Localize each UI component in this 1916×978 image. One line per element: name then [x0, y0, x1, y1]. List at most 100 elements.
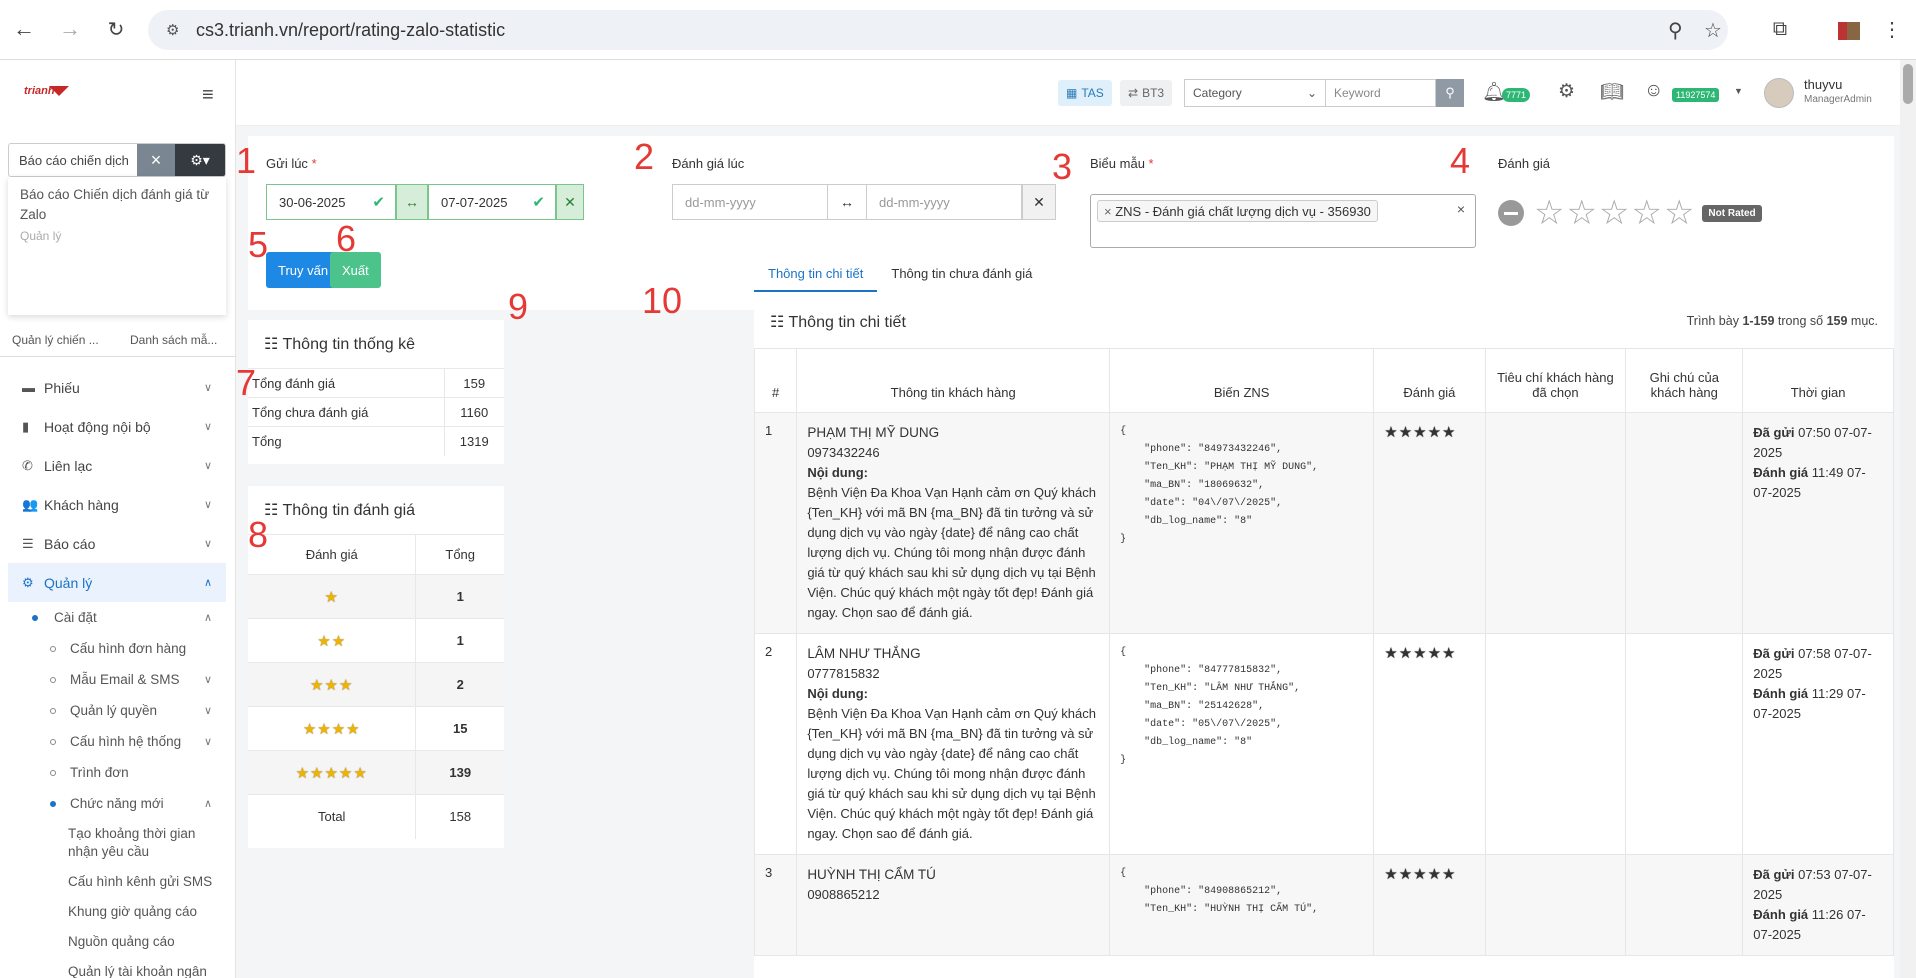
- circle-icon: [50, 769, 56, 776]
- template-select[interactable]: × ZNS - Đánh giá chất lượng dịch vụ - 35…: [1090, 194, 1476, 248]
- submenu-label: Cài đặt: [54, 610, 97, 625]
- logo[interactable]: trianh: [24, 85, 69, 97]
- back-icon[interactable]: ←: [8, 13, 40, 45]
- sidebar-leaf-item[interactable]: Khung giờ quảng cáo: [8, 897, 226, 927]
- tab-chi-tiet[interactable]: Thông tin chi tiết: [754, 256, 878, 292]
- rated-from-date[interactable]: dd-mm-yyyy: [672, 184, 828, 220]
- sidebar-leaf-item[interactable]: Nguồn quảng cáo: [8, 927, 226, 957]
- bt3-button[interactable]: ⇄ BT3: [1120, 80, 1173, 106]
- book-icon[interactable]: 📖︎: [1600, 80, 1624, 104]
- sidebar-leaf-item[interactable]: Quản lý tài khoản ngân hàng: [8, 957, 226, 978]
- hamburger-icon[interactable]: ≡: [202, 84, 214, 107]
- bookmark-star-icon[interactable]: ☆: [1704, 18, 1722, 43]
- sidebar-item-khach-hang[interactable]: 👥 Khách hàng ∨: [8, 485, 226, 524]
- forward-icon[interactable]: →: [54, 13, 86, 45]
- sidebar-item-cai-dat[interactable]: Cài đặt ∧: [8, 602, 226, 633]
- count: 2: [415, 662, 504, 707]
- keyword-input[interactable]: Keyword: [1326, 79, 1436, 107]
- category-select[interactable]: Category ⌄: [1184, 79, 1326, 107]
- rated-to-date[interactable]: dd-mm-yyyy: [866, 184, 1022, 220]
- sidebar-sub-item[interactable]: Cấu hình hệ thống ∨: [8, 726, 226, 757]
- template-tag[interactable]: × ZNS - Đánh giá chất lượng dịch vụ - 35…: [1097, 200, 1378, 222]
- menu-label: Liên lạc: [44, 457, 93, 474]
- sidebar-item-phieu[interactable]: ▬ Phiếu ∨: [8, 368, 226, 407]
- time-cell: Đã gửi 07:50 07-07-2025 Đánh giá 11:49 07…: [1742, 412, 1894, 634]
- sidebar-leaf-item[interactable]: Tạo khoảng thời gian nhận yêu cầu: [8, 819, 226, 867]
- browser-toolbar: ← → ↻ ⚙ cs3.trianh.vn/report/rating-zalo…: [0, 0, 1916, 60]
- sidebar-menu: ▬ Phiếu ∨ ▮ Hoạt động nội bộ ∨ ✆ Liên lạc ∨ 👥 K…: [8, 368, 226, 978]
- customer-phone: 0908865212: [807, 887, 880, 902]
- tab-chua-danh-gia[interactable]: Thông tin chưa đánh giá: [877, 256, 1046, 292]
- menu-label: Hoạt động nội bộ: [44, 418, 151, 435]
- sidebar-tab-2[interactable]: Danh sách mẫ...: [118, 325, 236, 356]
- reload-icon[interactable]: ↻: [100, 13, 132, 45]
- star-empty-icon[interactable]: ☆: [1599, 196, 1629, 230]
- site-settings-icon[interactable]: ⚙: [166, 21, 186, 39]
- clear-sent-date-button[interactable]: ✕: [556, 184, 584, 220]
- menu-kebab-icon[interactable]: ⋮: [1876, 13, 1908, 45]
- bookmark-icon: ▮: [22, 418, 30, 434]
- search-settings-button[interactable]: ⚙▾: [175, 144, 225, 176]
- sidebar-item-chuc-nang-moi[interactable]: Chức năng mới ∧: [8, 788, 226, 819]
- zoom-icon[interactable]: ⚲: [1668, 18, 1683, 43]
- clear-select-icon[interactable]: ×: [1457, 201, 1465, 217]
- star-empty-icon[interactable]: ☆: [1566, 196, 1596, 230]
- page-scrollbar[interactable]: [1900, 60, 1916, 978]
- bt3-label: BT3: [1142, 86, 1165, 100]
- chevron-down-icon: ∨: [203, 705, 212, 717]
- clear-rated-date-button[interactable]: ✕: [1022, 184, 1056, 220]
- list-icon: ☷: [264, 336, 283, 353]
- sidebar-search-input[interactable]: Báo cáo chiến dịch: [9, 144, 137, 176]
- caret-down-icon[interactable]: ▼: [1734, 86, 1743, 96]
- sidebar-item-hoat-dong[interactable]: ▮ Hoạt động nội bộ ∨: [8, 407, 226, 446]
- scroll-thumb[interactable]: [1903, 64, 1913, 104]
- sidebar-leaf-item[interactable]: Cấu hình kênh gửi SMS: [8, 867, 226, 897]
- zns-variables: { "phone": "84777815832", "Ten_KH": "LÂM…: [1109, 633, 1375, 855]
- table-row: Tổng đánh giá 159: [248, 368, 504, 398]
- sidebar-sub-item[interactable]: Trình đơn: [8, 757, 226, 788]
- range-arrow-icon: ↔: [828, 184, 866, 220]
- star-empty-icon[interactable]: ☆: [1664, 196, 1694, 230]
- sent-from-date[interactable]: 30-06-2025 ✔: [266, 184, 396, 220]
- credit-badge[interactable]: 11927574: [1672, 88, 1720, 102]
- sidebar-sub-item[interactable]: Mẫu Email & SMS ∨: [8, 664, 226, 695]
- query-button[interactable]: Truy vấn: [266, 252, 341, 288]
- stat-value: 1319: [443, 426, 504, 456]
- sent-to-date[interactable]: 07-07-2025 ✔: [428, 184, 556, 220]
- sidebar-item-lien-lac[interactable]: ✆ Liên lạc ∨: [8, 446, 226, 485]
- marker-7: 7: [236, 362, 257, 403]
- detail-tabs: Thông tin chi tiết Thông tin chưa đánh g…: [754, 256, 1046, 292]
- submenu-label: Chức năng mới: [70, 796, 164, 811]
- tas-button[interactable]: ▦ TAS: [1058, 80, 1112, 106]
- sidebar-sub-item[interactable]: Quản lý quyền ∨: [8, 695, 226, 726]
- user-role: ManagerAdmin: [1804, 94, 1872, 105]
- clear-rating-icon[interactable]: [1498, 200, 1524, 226]
- stat-label: Tổng chưa đánh giá: [248, 397, 444, 427]
- gear-icon[interactable]: ⚙: [1558, 80, 1575, 103]
- total-label: Total: [248, 794, 416, 839]
- clear-search-button[interactable]: ×: [137, 144, 175, 176]
- profile-icon[interactable]: [1838, 22, 1860, 40]
- star-empty-icon[interactable]: ☆: [1534, 196, 1564, 230]
- address-bar[interactable]: ⚙ cs3.trianh.vn/report/rating-zalo-stati…: [148, 10, 1728, 50]
- avatar[interactable]: [1764, 78, 1794, 108]
- search-button[interactable]: ⚲: [1436, 79, 1464, 107]
- sidebar-tab-1[interactable]: Quản lý chiến ...: [0, 325, 118, 356]
- menu-label: Quản lý: [44, 574, 93, 591]
- marker-9: 9: [508, 286, 529, 327]
- sidebar-item-bao-cao[interactable]: ☰ Báo cáo ∨: [8, 524, 226, 563]
- sidebar-item-quan-ly[interactable]: ⚙ Quản lý ∧: [8, 563, 226, 602]
- rating-input[interactable]: ☆ ☆ ☆ ☆ ☆ Not Rated: [1498, 196, 1762, 230]
- user-name[interactable]: thuyvu: [1804, 77, 1842, 92]
- marker-10: 10: [642, 280, 683, 321]
- tag-remove-icon[interactable]: ×: [1104, 204, 1115, 219]
- customer-info: HUỲNH THỊ CẨM TÚ 0908865212: [796, 854, 1111, 956]
- star-empty-icon[interactable]: ☆: [1631, 196, 1661, 230]
- search-suggestion[interactable]: Báo cáo Chiến dịch đánh giá từ Zalo Quản…: [8, 177, 226, 315]
- customer-name: LÂM NHƯ THẮNG: [807, 646, 921, 661]
- smile-icon[interactable]: ☺: [1644, 80, 1663, 102]
- menu-label: Phiếu: [44, 379, 80, 396]
- stars: ★: [248, 574, 416, 619]
- extensions-icon[interactable]: ⧉: [1764, 13, 1796, 45]
- sidebar-sub-item[interactable]: Cấu hình đơn hàng: [8, 633, 226, 664]
